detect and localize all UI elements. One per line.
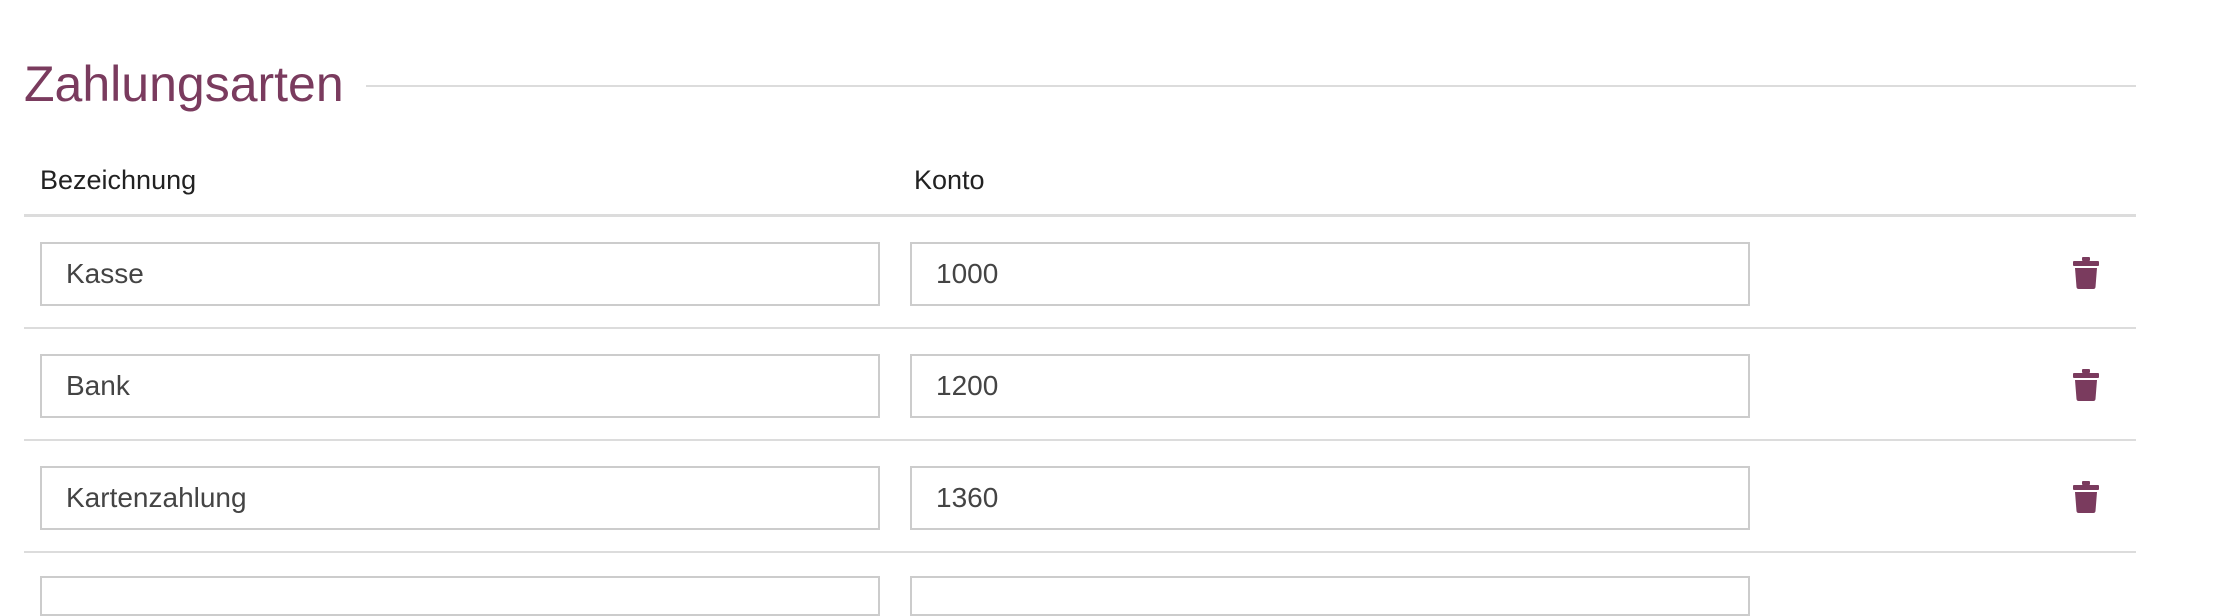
- account-input[interactable]: [910, 466, 1750, 530]
- trash-icon: [2073, 369, 2099, 401]
- section-title: Zahlungsarten: [24, 56, 344, 112]
- table-row: [24, 217, 2136, 329]
- table-row: [24, 329, 2136, 441]
- table-row: [24, 441, 2136, 553]
- column-header-account: Konto: [914, 165, 985, 195]
- trash-icon: [2073, 481, 2099, 513]
- name-input[interactable]: [40, 242, 880, 306]
- delete-row-button[interactable]: [2068, 253, 2104, 293]
- delete-row-button[interactable]: [2068, 477, 2104, 517]
- trash-icon: [2073, 257, 2099, 289]
- account-input[interactable]: [910, 242, 1750, 306]
- delete-row-button[interactable]: [2068, 365, 2104, 405]
- account-input[interactable]: [910, 354, 1750, 418]
- column-header-name: Bezeichnung: [40, 165, 197, 195]
- table-header: Bezeichnung Konto: [24, 150, 2136, 217]
- name-input-partial[interactable]: [40, 576, 880, 616]
- account-input-partial[interactable]: [910, 576, 1750, 616]
- section-divider: [365, 85, 2136, 87]
- name-input[interactable]: [40, 466, 880, 530]
- section-header: Zahlungsarten: [24, 44, 2136, 124]
- name-input[interactable]: [40, 354, 880, 418]
